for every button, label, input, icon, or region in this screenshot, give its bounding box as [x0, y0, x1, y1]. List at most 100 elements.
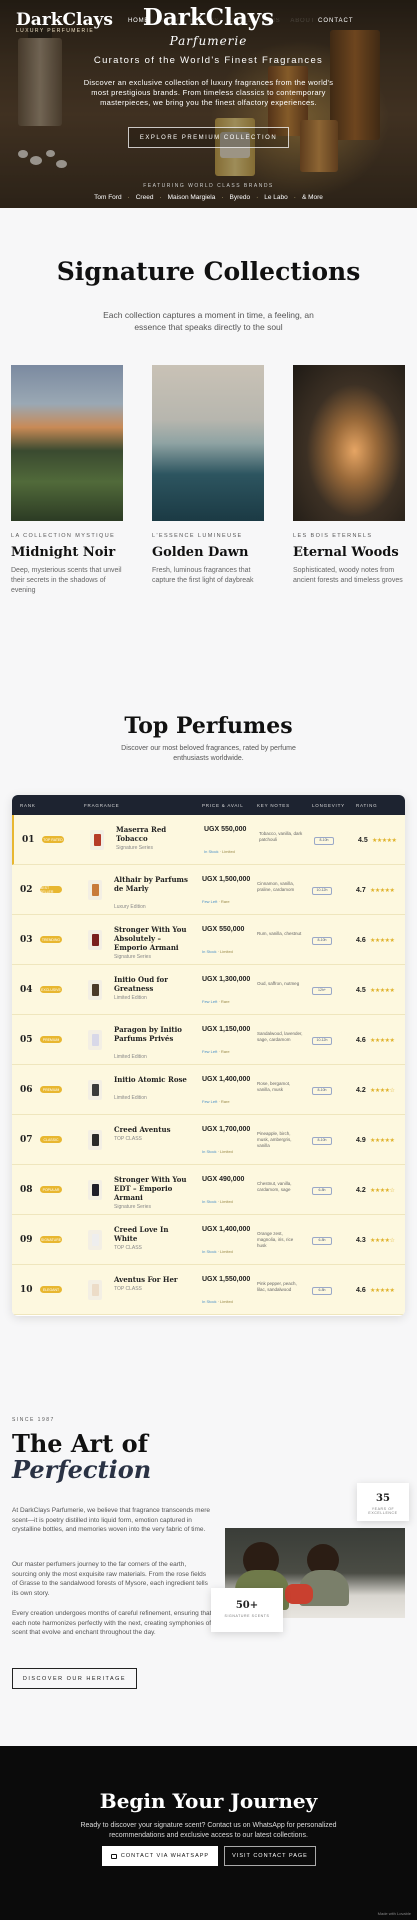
- art-paragraph: At DarkClays Parfumerie, we believe that…: [12, 1507, 210, 1533]
- rank-number: 04: [20, 985, 33, 995]
- rank-badge: EXCLUSIVE: [40, 986, 62, 993]
- table-row[interactable]: 09 SIGNATURE Creed Love In White TOP CLASS U…: [12, 1215, 405, 1265]
- brand-item[interactable]: Creed: [136, 194, 154, 201]
- table-row[interactable]: 02 BEST SELLER Althair by Parfums de Marly…: [12, 865, 405, 915]
- perfume-edition: Limited Edition: [114, 1054, 147, 1060]
- perfume-thumbnail: [88, 1230, 102, 1250]
- brand-item[interactable]: Le Labo: [264, 194, 288, 201]
- since-label: SINCE 1987: [12, 1417, 55, 1423]
- rating-stars: ★★★★★: [370, 938, 395, 944]
- bottle-icon: [92, 1034, 99, 1046]
- perfume-name[interactable]: Initio Atomic Rose: [114, 1075, 189, 1084]
- bottle-icon: [92, 1234, 99, 1246]
- scents-stat-card: 50+ SIGNATURE SCENTS: [211, 1588, 283, 1632]
- made-with-badge[interactable]: Made with Lovable: [378, 1911, 411, 1916]
- perfume-price: UGX 1,700,000: [202, 1126, 251, 1133]
- table-row[interactable]: 05 PREMIUM Paragon by Initio Parfums Privé…: [12, 1015, 405, 1065]
- perfume-price: UGX 1,300,000: [202, 976, 251, 983]
- rating-value: 4.2: [356, 1087, 366, 1094]
- perfume-edition: Signature Series: [116, 845, 153, 851]
- rating-stars: ★★★★☆: [370, 1188, 395, 1194]
- whatsapp-button[interactable]: CONTACT VIA WHATSAPP: [102, 1846, 218, 1866]
- rating-stars: ★★★★★: [372, 838, 397, 844]
- explore-collection-button[interactable]: EXPLORE PREMIUM COLLECTION: [128, 127, 289, 148]
- top-perfumes-title: Top Perfumes: [124, 713, 293, 739]
- rank-badge: TOP RATED: [42, 836, 64, 843]
- rank-badge: TRENDING: [40, 936, 62, 943]
- table-row[interactable]: 03 TRENDING Stronger With You Absolutely –…: [12, 915, 405, 965]
- availability: Few Left · Rare: [202, 1049, 230, 1054]
- collection-card[interactable]: L'ESSENCE LUMINEUSE Golden Dawn Fresh, l…: [152, 365, 264, 586]
- bottle-icon: [92, 1134, 99, 1146]
- bottle-icon: [92, 1284, 99, 1296]
- availability: In Stock · Limited: [202, 1249, 233, 1254]
- perfume-edition: TOP CLASS: [114, 1136, 142, 1142]
- table-row[interactable]: 04 EXCLUSIVE Initio Oud for Greatness Limit…: [12, 965, 405, 1015]
- perfume-name[interactable]: Initio Oud for Greatness: [114, 975, 189, 993]
- rating-stars: ★★★★★: [370, 1038, 395, 1044]
- perfume-name[interactable]: Althair by Parfums de Marly: [114, 875, 189, 893]
- stock-note: Limited: [222, 849, 235, 854]
- table-row[interactable]: 10 ELEGANT Aventus For Her TOP CLASS UGX 1,5…: [12, 1265, 405, 1315]
- availability: In Stock · Limited: [202, 1149, 233, 1154]
- longevity-badge: 10-12h: [312, 887, 332, 895]
- bottle-icon: [94, 834, 101, 846]
- availability: In Stock · Limited: [202, 1299, 233, 1304]
- stat-label: SIGNATURE SCENTS: [224, 1614, 270, 1618]
- longevity-badge: 10-12h: [312, 1037, 332, 1045]
- contact-page-button[interactable]: VISIT CONTACT PAGE: [224, 1846, 316, 1866]
- table-row[interactable]: 06 PREMIUM Initio Atomic Rose Limited Editi…: [12, 1065, 405, 1115]
- collection-eyebrow: LA COLLECTION MYSTIQUE: [11, 533, 116, 539]
- table-row[interactable]: 08 POPULAR Stronger With You EDT – Emporio…: [12, 1165, 405, 1215]
- rank-badge: ELEGANT: [40, 1286, 62, 1293]
- rank-badge: SIGNATURE: [40, 1236, 62, 1243]
- hero-subtitle: Parfumerie: [169, 34, 248, 48]
- perfume-price: UGX 490,000: [202, 1176, 245, 1183]
- rank-badge: POPULAR: [40, 1186, 62, 1193]
- art-title: The Art of: [12, 1429, 148, 1458]
- perfume-name[interactable]: Stronger With You Absolutely – Emporio A…: [114, 925, 189, 952]
- table-row[interactable]: 07 CLASSIC Creed Aventus TOP CLASS UGX 1,700…: [12, 1115, 405, 1165]
- rank-number: 03: [20, 935, 33, 945]
- stat-number: 35: [376, 1493, 390, 1504]
- bottle-icon: [92, 984, 99, 996]
- rank-number: 01: [22, 835, 35, 845]
- perfume-price: UGX 1,150,000: [202, 1026, 251, 1033]
- brand-item[interactable]: Tom Ford: [94, 194, 121, 201]
- perfume-name[interactable]: Creed Aventus: [114, 1125, 189, 1134]
- brand-item[interactable]: Byredo: [229, 194, 250, 201]
- hero-description: Discover an exclusive collection of luxu…: [83, 78, 334, 107]
- longevity-badge: 12h+: [312, 987, 332, 995]
- perfume-thumbnail: [88, 1030, 102, 1050]
- perfume-name[interactable]: Maserra Red Tobacco: [116, 825, 191, 843]
- collections-description: Each collection captures a moment in tim…: [103, 310, 314, 332]
- collection-image: [293, 365, 405, 521]
- art-paragraph: Every creation undergoes months of caref…: [12, 1610, 212, 1636]
- perfume-name[interactable]: Paragon by Initio Parfums Privés: [114, 1025, 189, 1043]
- stock-note: Limited: [220, 949, 233, 954]
- art-paragraph: Our master perfumers journey to the far …: [12, 1561, 208, 1597]
- perfume-price: UGX 1,400,000: [202, 1076, 251, 1083]
- collection-card[interactable]: LES BOIS ETERNELS Eternal Woods Sophisti…: [293, 365, 405, 586]
- perfume-name[interactable]: Stronger With You EDT – Emporio Armani: [114, 1175, 189, 1202]
- rank-number: 06: [20, 1085, 33, 1095]
- collection-card[interactable]: LA COLLECTION MYSTIQUE Midnight Noir Dee…: [11, 365, 123, 596]
- brand-item[interactable]: Maison Margiela: [168, 194, 216, 201]
- perfume-thumbnail: [88, 930, 102, 950]
- perfume-edition: Limited Edition: [114, 995, 147, 1001]
- rating-value: 4.6: [356, 937, 366, 944]
- key-notes: Oud, saffron, nutmeg: [257, 981, 300, 986]
- stock-status: Few Left: [202, 1099, 218, 1104]
- perfume-thumbnail: [90, 830, 104, 850]
- rank-number: 10: [20, 1285, 33, 1295]
- perfume-name[interactable]: Aventus For Her: [114, 1275, 189, 1284]
- key-notes: Cinnamon, vanilla, praline, cardamom: [257, 881, 295, 892]
- perfume-edition: Luxury Edition: [114, 904, 146, 910]
- column-header: PRICE & AVAIL: [202, 802, 244, 808]
- perfume-name[interactable]: Creed Love In White: [114, 1225, 189, 1243]
- discover-heritage-button[interactable]: DISCOVER OUR HERITAGE: [12, 1668, 137, 1689]
- table-row[interactable]: 01 TOP RATED Maserra Red Tobacco Signature …: [12, 815, 405, 865]
- brand-list: Tom Ford · Creed · Maison Margiela · Byredo…: [94, 194, 323, 201]
- brand-item[interactable]: & More: [302, 194, 323, 201]
- cta-title: Begin Your Journey: [99, 1789, 318, 1813]
